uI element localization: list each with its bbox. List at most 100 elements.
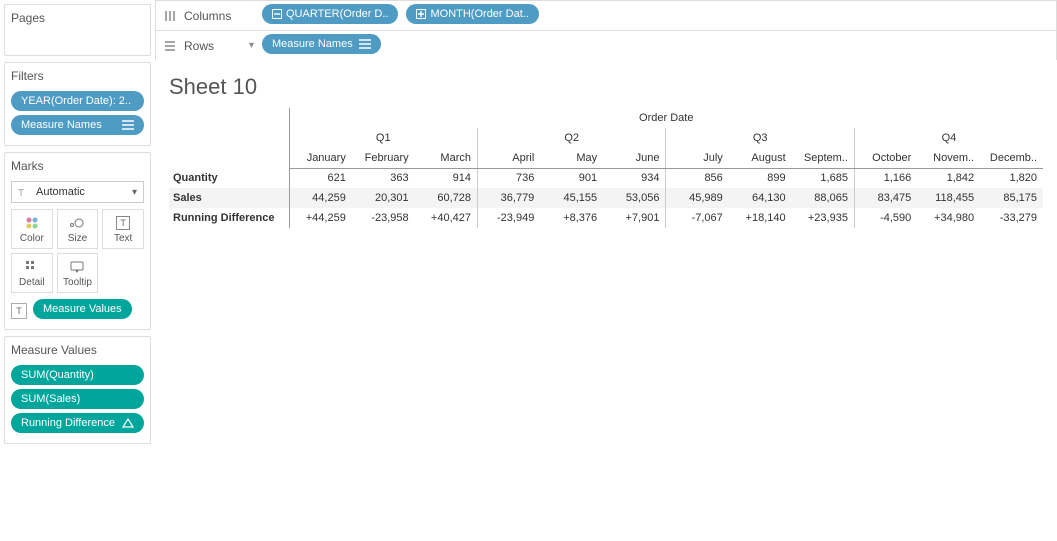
month-header[interactable]: June <box>603 148 666 168</box>
table-cell[interactable]: -23,958 <box>352 208 415 228</box>
month-header[interactable]: July <box>666 148 729 168</box>
month-header[interactable]: August <box>729 148 792 168</box>
table-cell[interactable]: 20,301 <box>352 188 415 208</box>
measure-values-row: T Measure Values <box>11 299 144 323</box>
text-button[interactable]: T Text <box>102 209 144 249</box>
filter-pill-year[interactable]: YEAR(Order Date): 2.. <box>11 91 144 111</box>
table-cell[interactable]: 44,259 <box>289 188 352 208</box>
rows-pill-measure-names[interactable]: Measure Names <box>262 34 381 54</box>
pages-title: Pages <box>11 11 144 25</box>
month-header[interactable]: Decemb.. <box>980 148 1043 168</box>
measure-values-pill[interactable]: Measure Values <box>33 299 132 319</box>
sheet-view: Sheet 10 Order Date Q1 Q2 Q3 <box>155 60 1057 541</box>
month-header[interactable]: March <box>415 148 478 168</box>
table-cell[interactable]: 118,455 <box>917 188 980 208</box>
filter-pill-measure-names[interactable]: Measure Names <box>11 115 144 135</box>
detail-button[interactable]: Detail <box>11 253 53 293</box>
color-icon <box>25 215 39 231</box>
month-header[interactable]: Septem.. <box>792 148 855 168</box>
table-cell[interactable]: -4,590 <box>854 208 917 228</box>
mv-pill-sales[interactable]: SUM(Sales) <box>11 389 144 409</box>
table-cell[interactable]: +44,259 <box>289 208 352 228</box>
quarter-header[interactable]: Q2 <box>477 128 665 148</box>
table-cell[interactable]: 1,820 <box>980 168 1043 188</box>
mv-pill-running-diff[interactable]: Running Difference <box>11 413 144 433</box>
columns-pill-month[interactable]: MONTH(Order Dat.. <box>406 4 538 24</box>
table-cell[interactable]: 901 <box>540 168 603 188</box>
size-label: Size <box>68 233 87 244</box>
bars-icon <box>122 120 134 130</box>
table-cell[interactable]: +23,935 <box>792 208 855 228</box>
month-header[interactable]: October <box>854 148 917 168</box>
table-cell[interactable]: 36,779 <box>477 188 540 208</box>
table-row: Running Difference+44,259-23,958+40,427-… <box>169 208 1043 228</box>
sheet-title: Sheet 10 <box>169 74 1043 100</box>
crosstab-table: Order Date Q1 Q2 Q3 Q4 January February … <box>169 108 1043 228</box>
month-header[interactable]: January <box>289 148 352 168</box>
color-button[interactable]: Color <box>11 209 53 249</box>
left-sidebar: Pages Filters YEAR(Order Date): 2.. Meas… <box>0 0 155 541</box>
table-cell[interactable]: 621 <box>289 168 352 188</box>
rows-shelf[interactable]: Rows ▾ Measure Names <box>155 30 1057 60</box>
table-cell[interactable]: 736 <box>477 168 540 188</box>
table-cell[interactable]: +18,140 <box>729 208 792 228</box>
table-cell[interactable]: 899 <box>729 168 792 188</box>
table-cell[interactable]: 1,842 <box>917 168 980 188</box>
blank-header <box>169 128 289 148</box>
table-cell[interactable]: 914 <box>415 168 478 188</box>
rows-shelf-label: Rows ▾ <box>164 39 254 53</box>
detail-icon <box>25 259 39 275</box>
columns-shelf[interactable]: Columns QUARTER(Order D.. MONTH(Order Da… <box>155 0 1057 30</box>
table-cell[interactable]: 53,056 <box>603 188 666 208</box>
table-cell[interactable]: 45,989 <box>666 188 729 208</box>
table-cell[interactable]: 60,728 <box>415 188 478 208</box>
month-header[interactable]: April <box>477 148 540 168</box>
table-cell[interactable]: 1,166 <box>854 168 917 188</box>
table-row: Quantity6213639147369019348568991,6851,1… <box>169 168 1043 188</box>
measure-values-title: Measure Values <box>11 343 144 357</box>
blank-header <box>169 108 289 128</box>
table-cell[interactable]: 85,175 <box>980 188 1043 208</box>
mv-pill-quantity[interactable]: SUM(Quantity) <box>11 365 144 385</box>
columns-shelf-label: Columns <box>164 9 254 23</box>
table-cell[interactable]: 83,475 <box>854 188 917 208</box>
table-cell[interactable]: +8,376 <box>540 208 603 228</box>
pages-card: Pages <box>4 4 151 56</box>
table-cell[interactable]: 363 <box>352 168 415 188</box>
table-cell[interactable]: 856 <box>666 168 729 188</box>
month-header[interactable]: February <box>352 148 415 168</box>
table-cell[interactable]: 45,155 <box>540 188 603 208</box>
tooltip-button[interactable]: Tooltip <box>57 253 99 293</box>
row-label[interactable]: Running Difference <box>169 208 289 228</box>
row-label[interactable]: Sales <box>169 188 289 208</box>
month-header[interactable]: May <box>540 148 603 168</box>
row-label[interactable]: Quantity <box>169 168 289 188</box>
month-header[interactable]: Novem.. <box>917 148 980 168</box>
table-cell[interactable]: 934 <box>603 168 666 188</box>
tooltip-label: Tooltip <box>63 277 92 288</box>
table-cell[interactable]: 1,685 <box>792 168 855 188</box>
table-cell[interactable]: -7,067 <box>666 208 729 228</box>
quarter-header[interactable]: Q1 <box>289 128 477 148</box>
delta-icon <box>122 418 134 428</box>
quarter-header[interactable]: Q3 <box>666 128 854 148</box>
rows-pill-measure-names-label: Measure Names <box>272 38 353 50</box>
detail-label: Detail <box>19 277 45 288</box>
table-cell[interactable]: 64,130 <box>729 188 792 208</box>
order-date-header: Order Date <box>289 108 1043 128</box>
text-label: Text <box>114 233 132 244</box>
quarter-header[interactable]: Q4 <box>854 128 1043 148</box>
table-cell[interactable]: +7,901 <box>603 208 666 228</box>
table-cell[interactable]: +34,980 <box>917 208 980 228</box>
marks-buttons-grid: Color Size T Text Detail <box>11 209 144 293</box>
marks-type-dropdown[interactable]: T Automatic ▾ <box>11 181 144 203</box>
table-cell[interactable]: 88,065 <box>792 188 855 208</box>
marks-type-label: Automatic <box>36 186 85 198</box>
table-cell[interactable]: -23,949 <box>477 208 540 228</box>
mv-pill-quantity-label: SUM(Quantity) <box>21 369 94 381</box>
table-cell[interactable]: +40,427 <box>415 208 478 228</box>
rows-icon <box>164 40 176 52</box>
table-cell[interactable]: -33,279 <box>980 208 1043 228</box>
size-button[interactable]: Size <box>57 209 99 249</box>
columns-pill-quarter[interactable]: QUARTER(Order D.. <box>262 4 398 24</box>
